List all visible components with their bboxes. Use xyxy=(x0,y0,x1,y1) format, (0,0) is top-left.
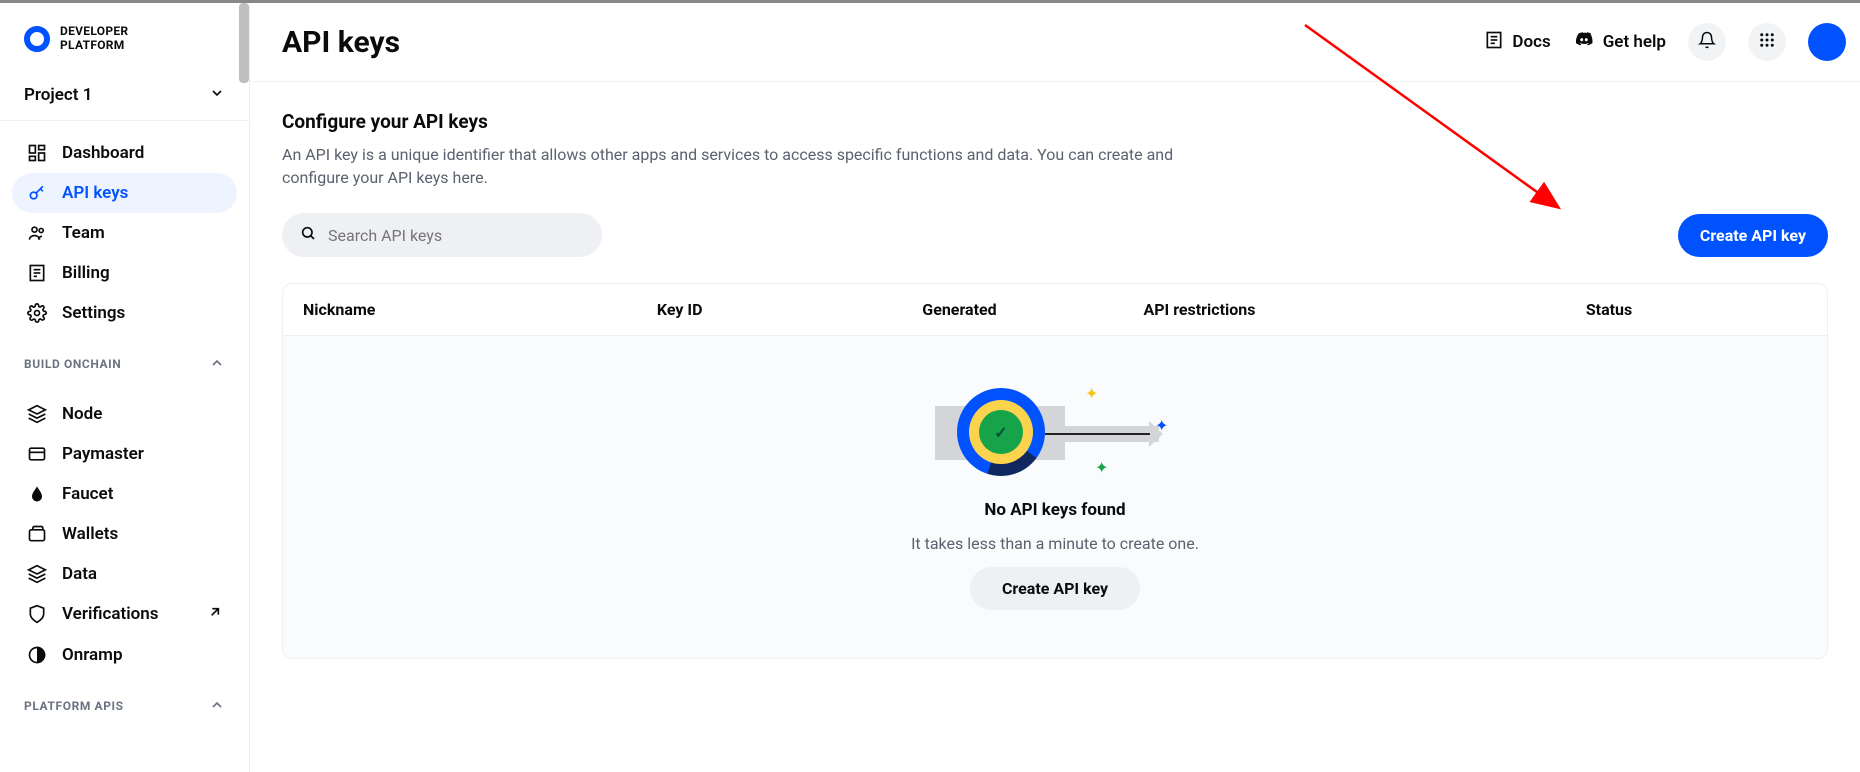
sidebar-item-label: Onramp xyxy=(62,645,123,665)
wallet-icon xyxy=(26,524,48,544)
sidebar-item-label: Data xyxy=(62,564,97,584)
layers-icon xyxy=(26,564,48,584)
project-selector[interactable]: Project 1 xyxy=(0,71,249,121)
search-icon xyxy=(300,225,316,245)
api-keys-table: Nickname Key ID Generated API restrictio… xyxy=(282,283,1828,659)
chevron-up-icon xyxy=(209,697,225,716)
team-icon xyxy=(26,223,48,243)
avatar[interactable] xyxy=(1808,23,1846,61)
sidebar-item-onramp[interactable]: Onramp xyxy=(12,635,237,675)
sidebar-item-data[interactable]: Data xyxy=(12,554,237,594)
create-api-key-button[interactable]: Create API key xyxy=(1678,214,1828,257)
brand-line2: PLATFORM xyxy=(60,39,128,53)
sidebar-item-api-keys[interactable]: API keys xyxy=(12,173,237,213)
table-header-row: Nickname Key ID Generated API restrictio… xyxy=(283,284,1827,336)
sidebar-item-label: Verifications xyxy=(62,604,159,624)
gear-icon xyxy=(26,303,48,323)
sidebar-item-billing[interactable]: Billing xyxy=(12,253,237,293)
discord-icon xyxy=(1573,29,1595,56)
sidebar-item-faucet[interactable]: Faucet xyxy=(12,474,237,514)
col-restrictions: API restrictions xyxy=(1143,300,1585,319)
section-description: An API key is a unique identifier that a… xyxy=(282,143,1202,189)
search-input-wrapper[interactable] xyxy=(282,213,602,257)
section-title: PLATFORM APIS xyxy=(24,699,124,713)
sidebar-item-label: Node xyxy=(62,404,102,424)
help-label: Get help xyxy=(1603,32,1666,52)
empty-state: ✓ ✦ ✦ ✦ No API keys found It takes less … xyxy=(283,336,1827,658)
billing-icon xyxy=(26,263,48,283)
layers-icon xyxy=(26,404,48,424)
section-title: BUILD ONCHAIN xyxy=(24,357,121,371)
sidebar-item-label: Paymaster xyxy=(62,444,144,464)
topbar: API keys Docs Get help xyxy=(250,3,1860,82)
brand-line1: DEVELOPER xyxy=(60,25,128,39)
section-build-onchain[interactable]: BUILD ONCHAIN xyxy=(0,333,249,382)
sidebar-item-node[interactable]: Node xyxy=(12,394,237,434)
help-link[interactable]: Get help xyxy=(1573,29,1666,56)
col-status: Status xyxy=(1586,300,1807,319)
sidebar-item-paymaster[interactable]: Paymaster xyxy=(12,434,237,474)
toolbar-row: Create API key xyxy=(282,213,1828,257)
sidebar-item-wallets[interactable]: Wallets xyxy=(12,514,237,554)
dashboard-icon xyxy=(26,143,48,163)
chevron-down-icon xyxy=(209,85,225,106)
sidebar-item-label: API keys xyxy=(62,183,128,203)
top-actions: Docs Get help xyxy=(1484,23,1828,61)
bell-icon xyxy=(1698,31,1716,53)
col-nickname: Nickname xyxy=(303,300,657,319)
sidebar-item-label: Billing xyxy=(62,263,110,283)
sidebar-item-verifications[interactable]: Verifications xyxy=(12,594,237,635)
page-title: API keys xyxy=(282,25,400,60)
sidebar-item-team[interactable]: Team xyxy=(12,213,237,253)
content: Configure your API keys An API key is a … xyxy=(250,82,1860,687)
sidebar: DEVELOPER PLATFORM Project 1 Dashboard xyxy=(0,3,250,772)
docs-link[interactable]: Docs xyxy=(1484,30,1550,55)
notifications-button[interactable] xyxy=(1688,23,1726,61)
sidebar-item-label: Wallets xyxy=(62,524,118,544)
sidebar-item-label: Dashboard xyxy=(62,143,144,163)
docs-label: Docs xyxy=(1512,32,1550,52)
apps-button[interactable] xyxy=(1748,23,1786,61)
sidebar-item-dashboard[interactable]: Dashboard xyxy=(12,133,237,173)
section-platform-apis[interactable]: PLATFORM APIS xyxy=(0,675,249,724)
search-input[interactable] xyxy=(328,226,584,245)
empty-title: No API keys found xyxy=(984,500,1125,520)
sidebar-item-label: Team xyxy=(62,223,105,243)
main: API keys Docs Get help C xyxy=(250,3,1860,772)
external-link-icon xyxy=(207,604,223,625)
shield-icon xyxy=(26,604,48,624)
project-name: Project 1 xyxy=(24,85,92,105)
section-subhead: Configure your API keys xyxy=(282,110,1828,133)
sidebar-item-label: Settings xyxy=(62,303,125,323)
build-nav: Node Paymaster Faucet Wallets Data Verif… xyxy=(0,382,249,675)
apps-grid-icon xyxy=(1758,31,1776,53)
key-icon xyxy=(26,183,48,203)
empty-subtitle: It takes less than a minute to create on… xyxy=(911,534,1199,553)
brand-logo-icon xyxy=(24,26,50,52)
brand: DEVELOPER PLATFORM xyxy=(0,3,249,71)
docs-icon xyxy=(1484,30,1504,55)
brand-text: DEVELOPER PLATFORM xyxy=(60,25,128,53)
chevron-up-icon xyxy=(209,355,225,374)
card-icon xyxy=(26,444,48,464)
col-keyid: Key ID xyxy=(657,300,922,319)
col-generated: Generated xyxy=(922,300,1143,319)
empty-create-api-key-button[interactable]: Create API key xyxy=(970,567,1140,610)
onramp-icon xyxy=(26,645,48,665)
key-illustration-icon: ✓ ✦ ✦ ✦ xyxy=(935,376,1175,486)
droplet-icon xyxy=(26,484,48,504)
main-nav: Dashboard API keys Team Billing xyxy=(0,121,249,333)
sidebar-item-label: Faucet xyxy=(62,484,113,504)
sidebar-item-settings[interactable]: Settings xyxy=(12,293,237,333)
